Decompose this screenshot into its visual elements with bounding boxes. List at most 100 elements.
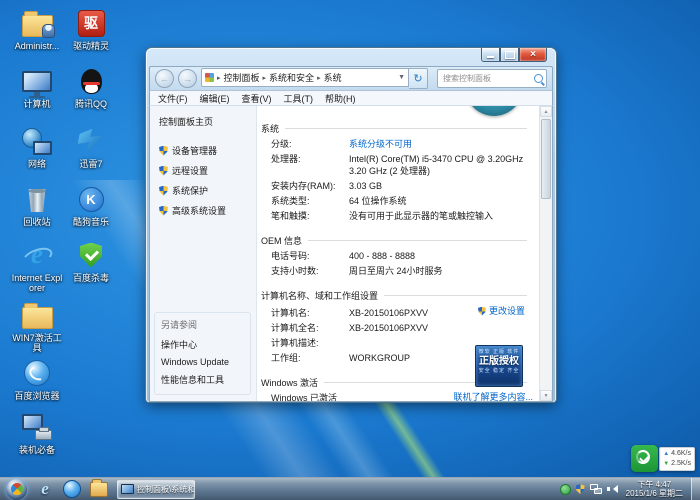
desktop: Administr... 计算机 网络 回收站 e Internet Explo… [0, 0, 700, 500]
desktop-icon-recycle-bin[interactable]: 回收站 [10, 184, 64, 227]
tray-security-icon[interactable] [560, 484, 571, 495]
address-dropdown-icon[interactable]: ▼ [398, 74, 405, 81]
sidebar-item-windows-update[interactable]: Windows Update [161, 357, 244, 367]
sidebar-item-advanced-settings[interactable]: 高级系统设置 [159, 204, 256, 217]
printer-icon [35, 430, 52, 440]
change-settings-link[interactable]: 更改设置 [478, 305, 525, 317]
section-divider [285, 128, 527, 129]
address-bar[interactable]: ▸ 控制面板 ▸ 系统和安全 ▸ 系统 ▼ [201, 68, 409, 87]
download-speed: ▼ 2.5K/s [663, 460, 691, 468]
row-label: 处理器: [271, 153, 349, 165]
kugou-icon: K [79, 187, 104, 212]
uac-shield-icon [159, 186, 168, 196]
vertical-scrollbar[interactable]: ▲ ▼ [539, 106, 552, 401]
desktop-icon-kugou[interactable]: K 酷狗音乐 [64, 184, 118, 227]
desktop-icon-baidu-antivirus[interactable]: 百度杀毒 [64, 240, 118, 283]
desktop-icon-label: 百度浏览器 [10, 391, 64, 401]
taskbar: e 控制面板\系统和安全\系统 下午 4:47 2015/1/6 星期二 [0, 477, 700, 500]
close-button[interactable]: × [519, 48, 547, 62]
info-row-rating: 分级: 系统分级不可用 [271, 138, 525, 150]
taskbar-explorer-button[interactable] [90, 480, 108, 498]
desktop-icon-qq[interactable]: 腾讯QQ [64, 66, 118, 109]
menu-tools[interactable]: 工具(T) [284, 92, 314, 105]
thunder-bird-icon [78, 129, 105, 154]
desktop-icon-pc-tools[interactable]: 装机必备 [10, 412, 64, 455]
section-title-activation: Windows 激活 [261, 376, 318, 389]
sidebar-item-label: 设备管理器 [172, 144, 217, 157]
start-button[interactable] [6, 479, 27, 500]
scroll-up-icon[interactable]: ▲ [540, 106, 552, 117]
change-settings-label: 更改设置 [489, 305, 525, 317]
genuine-windows-badge[interactable]: 微软 正版 软件 正版授权 安全 稳定 齐全 [475, 345, 523, 387]
tray-volume-icon[interactable] [607, 484, 618, 494]
sidebar-item-device-manager[interactable]: 设备管理器 [159, 144, 256, 157]
taskbar-clock[interactable]: 下午 4:47 2015/1/6 星期二 [623, 480, 686, 498]
refresh-button[interactable]: ↻ [409, 68, 428, 89]
see-also-title: 另请参阅 [161, 318, 244, 331]
row-value: 3.03 GB [349, 180, 525, 192]
desktop-icon-label: 装机必备 [10, 445, 64, 455]
desktop-icon-thunder[interactable]: 迅雷7 [64, 126, 118, 169]
taskbar-button-label: 控制面板\系统和安全\系统 [137, 484, 195, 495]
back-button[interactable]: ← [155, 69, 174, 88]
row-value: XB-20150106PXVV [349, 322, 525, 334]
sidebar-item-remote-settings[interactable]: 远程设置 [159, 164, 256, 177]
scrollbar-thumb[interactable] [541, 119, 551, 199]
navigation-bar: ← → ▸ 控制面板 ▸ 系统和安全 ▸ 系统 ▼ ↻ [149, 66, 553, 90]
desktop-icon-network[interactable]: 网络 [10, 126, 64, 169]
scrollbar-track[interactable] [540, 201, 552, 390]
netspeed-widget[interactable]: ▲ 4.6K/s ▼ 2.5K/s [631, 445, 695, 472]
system-window-icon [121, 484, 134, 494]
row-label: 安装内存(RAM): [271, 180, 349, 192]
desktop-icon-baidu-browser[interactable]: 百度浏览器 [10, 358, 64, 401]
sidebar-item-system-protection[interactable]: 系统保护 [159, 184, 256, 197]
desktop-icon-win7-activator[interactable]: WIN7激活工具 [10, 300, 64, 353]
info-row-support-hours: 支持小时数: 周日至周六 24小时服务 [271, 265, 525, 277]
learn-more-online-link[interactable]: 联机了解更多内容... [453, 390, 533, 401]
rating-unavailable-link[interactable]: 系统分级不可用 [349, 138, 525, 150]
section-title-oem: OEM 信息 [261, 234, 302, 247]
menu-view[interactable]: 查看(V) [242, 92, 272, 105]
desktop-icon-label: 回收站 [10, 217, 64, 227]
tray-action-center-icon[interactable] [576, 484, 585, 494]
maximize-button[interactable] [500, 48, 519, 62]
forward-button[interactable]: → [178, 69, 197, 88]
breadcrumb-arrow-icon: ▸ [317, 74, 321, 82]
show-desktop-button[interactable] [691, 478, 700, 500]
badge-main-text: 正版授权 [476, 355, 522, 368]
search-box[interactable] [437, 69, 547, 88]
breadcrumb-system[interactable]: 系统 [324, 71, 342, 84]
sidebar-item-action-center[interactable]: 操作中心 [161, 338, 244, 351]
control-panel-icon [205, 73, 214, 82]
desktop-icon-computer[interactable]: 计算机 [10, 66, 64, 109]
menu-file[interactable]: 文件(F) [158, 92, 188, 105]
tray-network-icon[interactable] [590, 484, 602, 494]
system-tray: 下午 4:47 2015/1/6 星期二 [560, 478, 700, 500]
badge-bottom-text: 安全 稳定 齐全 [476, 368, 522, 374]
desktop-icon-internet-explorer[interactable]: e Internet Explorer [10, 240, 64, 293]
desktop-icon-administrator[interactable]: Administr... [10, 8, 64, 51]
info-row-phone: 电话号码: 400 - 888 - 8888 [271, 250, 525, 262]
taskbar-active-window-button[interactable]: 控制面板\系统和安全\系统 [117, 480, 195, 499]
sidebar-item-performance-tools[interactable]: 性能信息和工具 [161, 373, 244, 386]
menu-edit[interactable]: 编辑(E) [200, 92, 230, 105]
clock-time: 下午 4:47 [626, 480, 683, 489]
taskbar-browser-button[interactable] [63, 480, 81, 498]
taskbar-ie-button[interactable]: e [36, 480, 54, 498]
sidebar-item-control-panel-home[interactable]: 控制面板主页 [159, 115, 256, 128]
uac-shield-icon [478, 307, 486, 316]
scroll-down-icon[interactable]: ▼ [540, 390, 552, 401]
driver-genius-icon: 驱 [78, 10, 105, 37]
search-input[interactable] [441, 73, 534, 84]
breadcrumb-system-security[interactable]: 系统和安全 [269, 71, 314, 84]
menu-help[interactable]: 帮助(H) [325, 92, 356, 105]
desktop-icon-label: WIN7激活工具 [10, 333, 64, 353]
search-icon[interactable] [534, 74, 543, 83]
window-titlebar[interactable]: × [149, 51, 553, 66]
browser-sphere-icon [63, 480, 81, 498]
minimize-button[interactable] [481, 48, 500, 62]
breadcrumb-control-panel[interactable]: 控制面板 [224, 71, 260, 84]
ie-icon: e [23, 241, 52, 269]
desktop-icon-label: Administr... [10, 41, 64, 51]
desktop-icon-driver-genius[interactable]: 驱 驱动精灵 [64, 8, 118, 51]
